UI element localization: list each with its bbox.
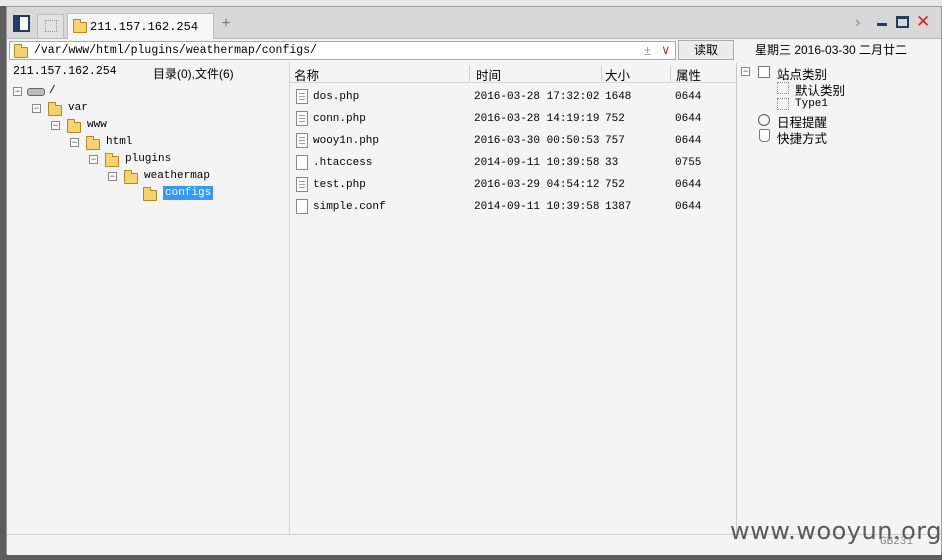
file-name: wooy1n.php (313, 135, 380, 147)
file-attr: 0644 (675, 135, 702, 147)
column-separator[interactable] (670, 65, 671, 81)
directory-summary: 目录(0),文件(6) (153, 67, 234, 81)
column-separator[interactable] (469, 65, 470, 81)
folder-icon (124, 170, 138, 184)
encoding-label: GB231 (880, 536, 914, 548)
file-attr: 0644 (675, 201, 702, 213)
file-name: conn.php (313, 113, 366, 125)
file-row[interactable]: wooy1n.php 2016-03-30 00:50:53 757 0644 (290, 130, 736, 152)
tree-item-label: www (87, 119, 107, 131)
host-address: 211.157.162.254 (13, 65, 117, 78)
clock-icon (758, 114, 770, 126)
file-size: 752 (605, 179, 625, 191)
column-separator[interactable] (601, 65, 602, 81)
folder-icon (67, 119, 81, 133)
tree-item-label-selected: configs (163, 186, 214, 200)
tree-item-schedule[interactable]: 日程提醒 (741, 112, 931, 130)
file-row[interactable]: test.php 2016-03-29 04:54:12 752 0644 (290, 174, 736, 196)
read-button[interactable]: 读取 (678, 40, 734, 60)
date-display: 星期三 2016-03-30 二月廿二 (755, 43, 908, 57)
collapse-icon[interactable]: − (108, 172, 117, 181)
file-row[interactable]: dos.php 2016-03-28 17:32:02 1648 0644 (290, 86, 736, 108)
item-icon (777, 98, 789, 110)
file-attr: 0644 (675, 179, 702, 191)
php-file-icon (296, 133, 308, 148)
chevron-down-icon[interactable]: ∨ (661, 42, 671, 58)
tab-host-label: 211.157.162.254 (90, 20, 199, 34)
address-bar[interactable]: /var/www/html/plugins/weathermap/configs… (9, 41, 676, 60)
folder-icon (86, 136, 100, 150)
plus-minus-icon[interactable]: ± (644, 43, 651, 58)
collapse-icon[interactable]: − (741, 67, 750, 76)
maximize-button[interactable] (896, 16, 909, 28)
header-divider (290, 82, 736, 83)
file-row[interactable]: conn.php 2016-03-28 14:19:19 752 0644 (290, 108, 736, 130)
directory-tree: − / − var − www − html − plugins − weath… (7, 83, 288, 533)
file-name: test.php (313, 179, 366, 191)
folder-icon (48, 102, 62, 116)
collapse-icon[interactable]: − (32, 104, 41, 113)
folder-icon (105, 153, 119, 167)
file-attr: 0644 (675, 91, 702, 103)
tree-item-label: / (49, 85, 56, 97)
tree-item-label: html (106, 136, 133, 148)
collapse-icon[interactable]: − (13, 87, 22, 96)
file-time: 2016-03-28 14:19:19 (474, 113, 600, 125)
file-size: 1648 (605, 91, 632, 103)
folder-open-icon (143, 187, 157, 201)
file-time: 2016-03-29 04:54:12 (474, 179, 600, 191)
file-size: 1387 (605, 201, 632, 213)
collapse-icon[interactable]: − (51, 121, 60, 130)
file-name: dos.php (313, 91, 360, 103)
file-time: 2016-03-30 00:50:53 (474, 135, 600, 147)
tree-item-site-category[interactable]: − 站点类别 (741, 64, 931, 82)
close-button[interactable]: ✕ (916, 12, 930, 32)
folder-icon (73, 19, 87, 33)
collapse-icon[interactable]: − (89, 155, 98, 164)
pane-divider[interactable] (736, 63, 737, 533)
tree-item-label: var (68, 102, 88, 114)
address-path[interactable]: /var/www/html/plugins/weathermap/configs… (34, 44, 317, 57)
php-file-icon (296, 111, 308, 126)
tree-item-default-category[interactable]: 默认类别 (741, 80, 931, 98)
text-file-icon (296, 199, 308, 214)
file-size: 33 (605, 157, 619, 169)
tab-host[interactable]: 211.157.162.254 (67, 13, 214, 39)
php-file-icon (296, 89, 308, 104)
file-row[interactable]: .htaccess 2014-09-11 10:39:58 33 0755 (290, 152, 736, 174)
tree-item-shortcuts[interactable]: 快捷方式 (741, 128, 931, 146)
item-icon (777, 82, 789, 94)
file-name: .htaccess (313, 157, 373, 169)
main-window: 211.157.162.254 + › ✕ /var/www/html/plug… (6, 6, 942, 555)
collapse-icon[interactable]: − (70, 138, 79, 147)
drive-icon (27, 88, 45, 96)
tree-item-label: weathermap (144, 170, 211, 182)
file-time: 2014-09-11 10:39:58 (474, 157, 600, 169)
folder-icon (14, 44, 28, 58)
file-time: 2016-03-28 17:32:02 (474, 91, 600, 103)
php-file-icon (296, 177, 308, 192)
hand-icon (759, 129, 770, 142)
tab-bar: 211.157.162.254 + › ✕ (7, 7, 941, 39)
file-size: 757 (605, 135, 625, 147)
category-icon (758, 66, 770, 78)
file-time: 2014-09-11 10:39:58 (474, 201, 600, 213)
add-tab-button[interactable]: + (219, 15, 233, 33)
minimize-button[interactable] (877, 23, 887, 26)
file-size: 752 (605, 113, 625, 125)
tab-blank[interactable] (37, 14, 64, 38)
text-file-icon (296, 155, 308, 170)
file-attr: 0644 (675, 113, 702, 125)
chevron-right-icon[interactable]: › (855, 14, 860, 32)
file-row[interactable]: simple.conf 2014-09-11 10:39:58 1387 064… (290, 196, 736, 218)
blank-page-icon (45, 20, 57, 32)
type1-label: Type1 (795, 98, 829, 110)
tree-item-label: plugins (125, 153, 172, 165)
panel-toggle-icon[interactable] (13, 15, 30, 32)
file-attr: 0755 (675, 157, 702, 169)
tree-item-type1[interactable]: Type1 (741, 96, 931, 112)
file-name: simple.conf (313, 201, 386, 213)
shortcuts-label: 快捷方式 (777, 132, 828, 146)
